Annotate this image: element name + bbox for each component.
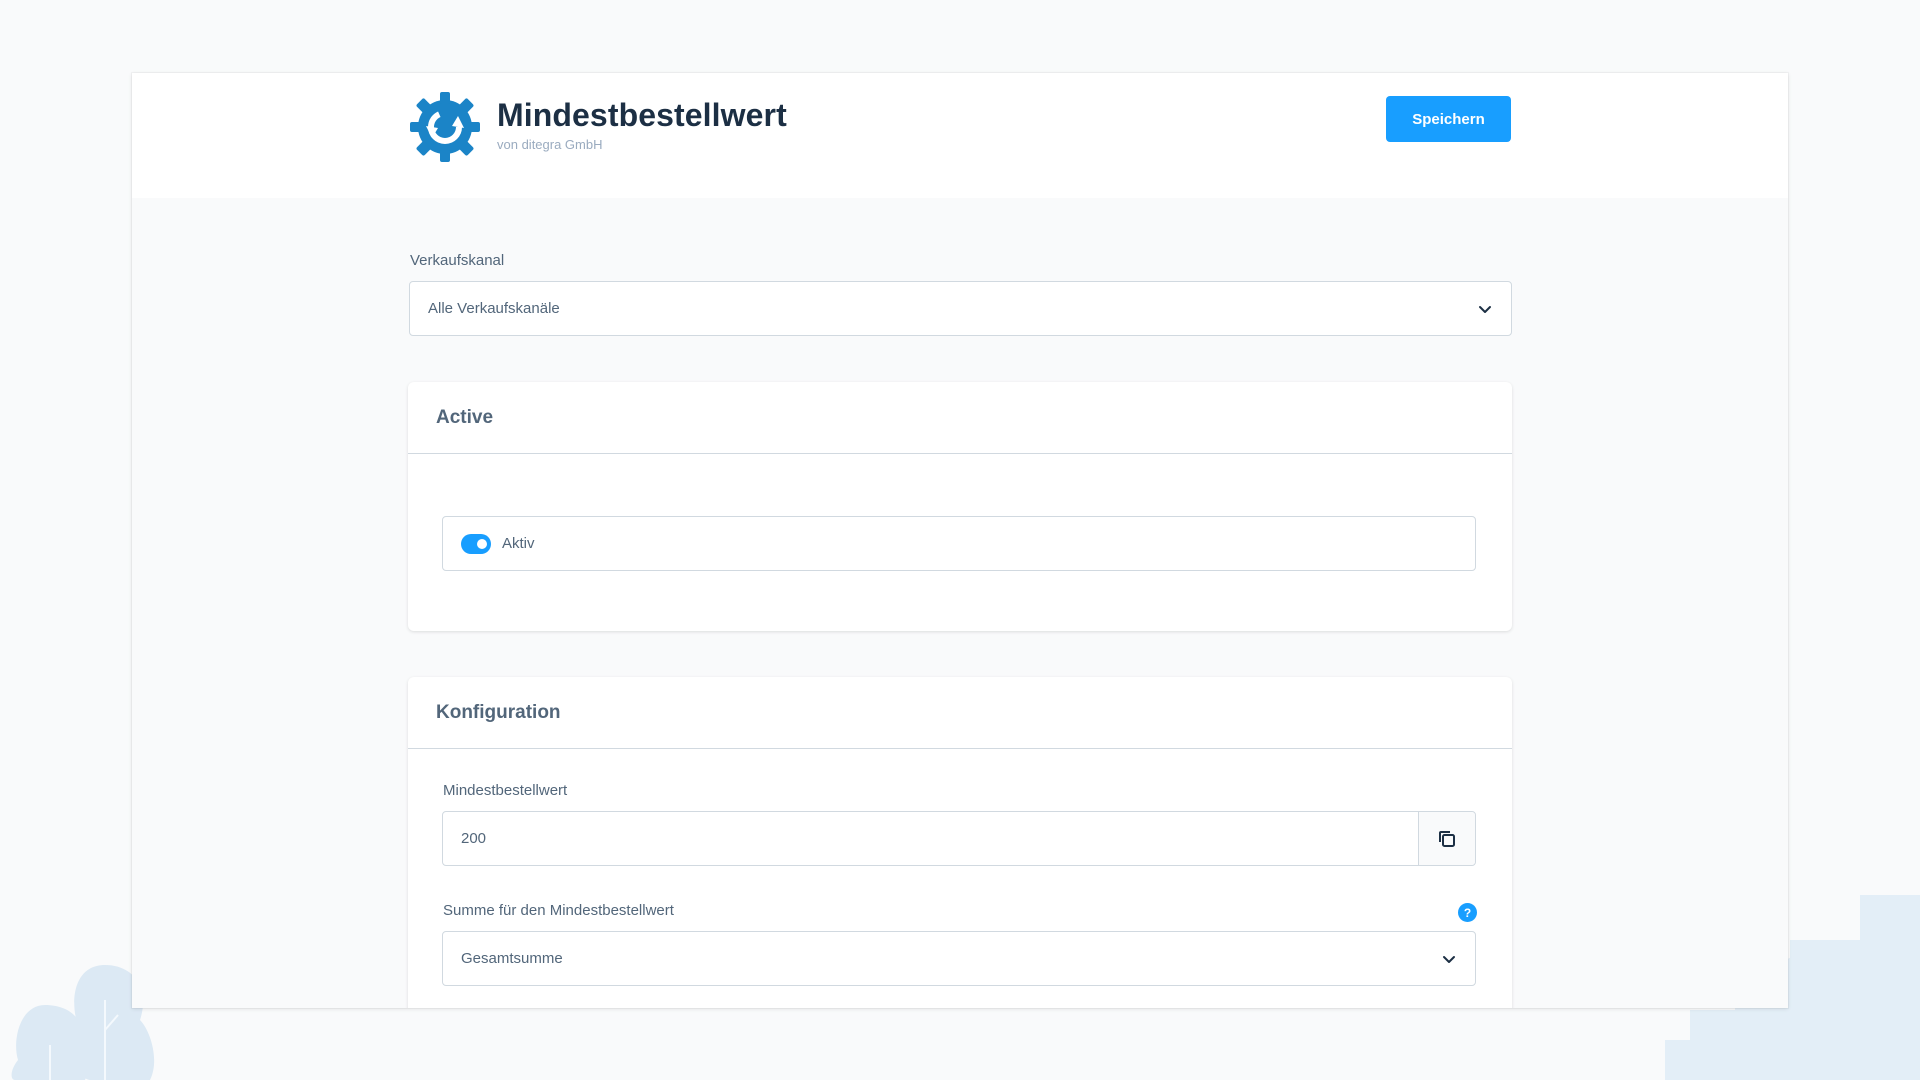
copy-icon [1439, 830, 1455, 847]
active-toggle-switch[interactable] [461, 533, 491, 554]
sum-value: Gesamtsumme [461, 950, 563, 967]
active-toggle-field[interactable]: Aktiv [442, 516, 1476, 571]
config-card: Konfiguration Mindestbestellwert Summe f… [408, 677, 1512, 1008]
sum-select[interactable]: Gesamtsumme [442, 931, 1476, 986]
gear-refresh-logo-icon [410, 92, 480, 162]
active-card-title: Active [408, 382, 1512, 454]
app-title: Mindestbestellwert [497, 97, 787, 133]
sales-channel-select[interactable]: Alle Verkaufskanäle [409, 281, 1512, 336]
chevron-down-icon [1443, 955, 1455, 963]
min-order-input-group [442, 811, 1476, 866]
chevron-down-icon [1479, 305, 1491, 313]
app-vendor: von ditegra GmbH [497, 137, 603, 152]
copy-button[interactable] [1418, 812, 1475, 865]
sales-channel-value: Alle Verkaufskanäle [428, 300, 560, 317]
plugin-config-window: Mindestbestellwert von ditegra GmbH Spei… [132, 73, 1788, 1008]
min-order-input[interactable] [443, 812, 1418, 865]
save-button[interactable]: Speichern [1386, 96, 1511, 142]
min-order-label: Mindestbestellwert [443, 782, 568, 799]
config-card-title: Konfiguration [408, 677, 1512, 749]
help-icon[interactable]: ? [1458, 903, 1477, 922]
sum-label: Summe für den Mindestbestellwert [443, 902, 674, 919]
app-header: Mindestbestellwert von ditegra GmbH Spei… [132, 73, 1788, 198]
active-toggle-label: Aktiv [502, 535, 535, 552]
active-card: Active Aktiv [408, 382, 1512, 631]
sales-channel-label: Verkaufskanal [410, 252, 505, 269]
